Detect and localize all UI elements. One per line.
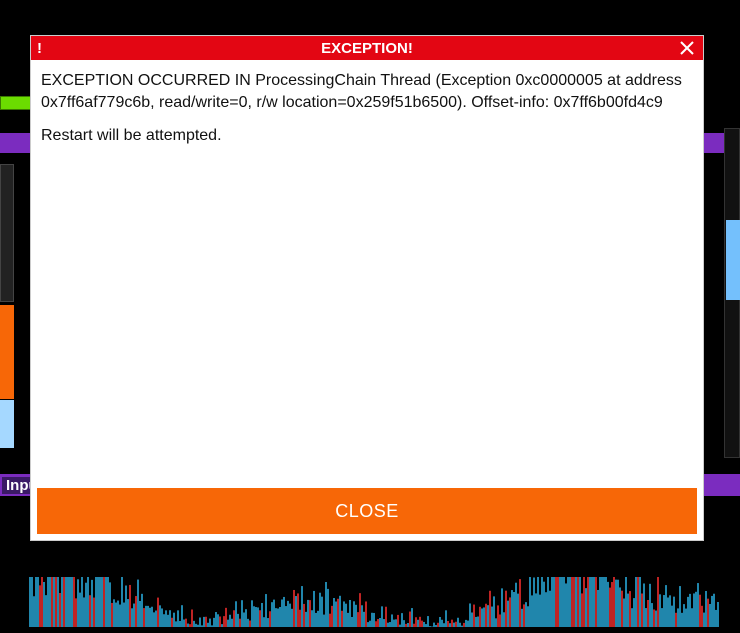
close-button[interactable]: CLOSE — [37, 488, 697, 534]
bg-panel-lightblue — [0, 400, 14, 448]
exception-dialog: ! EXCEPTION! EXCEPTION OCCURRED IN Proce… — [31, 36, 703, 540]
dialog-footer: CLOSE — [31, 482, 703, 540]
bg-panel-orange — [0, 305, 14, 399]
exception-message: EXCEPTION OCCURRED IN ProcessingChain Th… — [41, 70, 693, 113]
bg-right-blue — [726, 220, 740, 300]
bg-panel-dark — [0, 164, 14, 302]
dialog-titlebar: ! EXCEPTION! — [31, 36, 703, 60]
title-bang: ! — [31, 40, 42, 57]
dialog-body: EXCEPTION OCCURRED IN ProcessingChain Th… — [31, 60, 703, 482]
close-icon[interactable] — [675, 36, 699, 60]
bg-indicator — [0, 96, 32, 110]
waveform-display — [0, 569, 740, 627]
restart-message: Restart will be attempted. — [41, 125, 693, 147]
dialog-title: EXCEPTION! — [31, 40, 703, 57]
